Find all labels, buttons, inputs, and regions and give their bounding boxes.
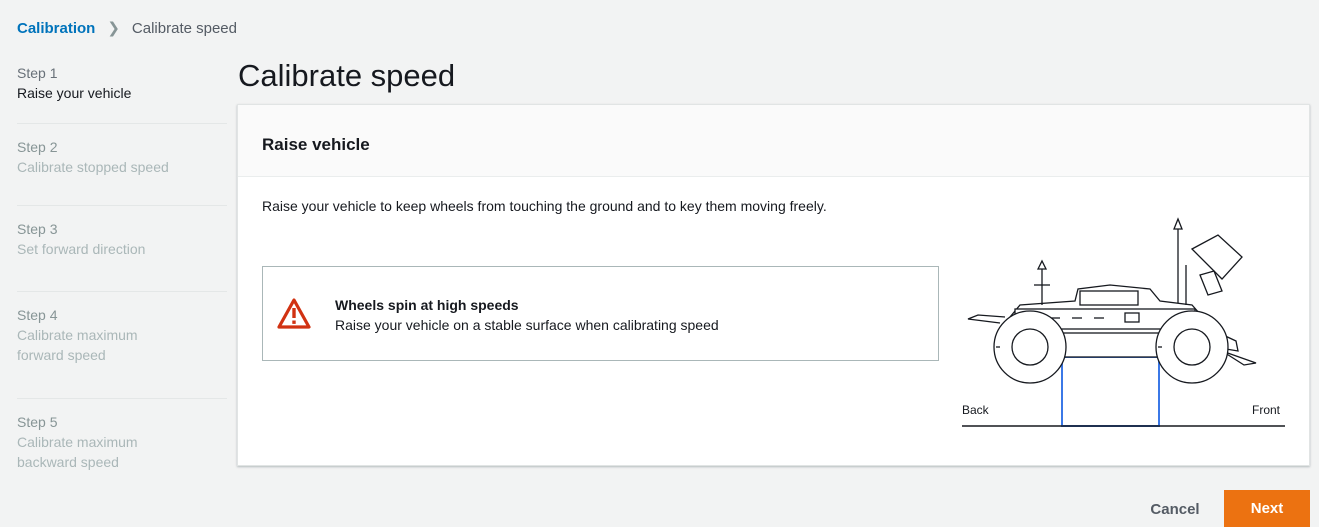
- breadcrumb-calibration-link[interactable]: Calibration: [17, 20, 95, 37]
- breadcrumb: Calibration ❯ Calibrate speed: [17, 19, 237, 38]
- step-label: Calibrate maximum backward speed: [17, 434, 138, 470]
- front-label: Front: [1252, 403, 1281, 417]
- step-label: Set forward direction: [17, 241, 146, 257]
- step-number: Step 2: [17, 139, 58, 155]
- alert-body: Raise your vehicle on a stable surface w…: [335, 317, 719, 333]
- alert-text: Wheels spin at high speeds Raise your ve…: [335, 296, 719, 335]
- wizard-steps: Step 1 Raise your vehicle Step 2 Calibra…: [17, 64, 227, 498]
- raise-vehicle-panel: Raise vehicle Raise your vehicle to keep…: [237, 104, 1310, 466]
- panel-title: Raise vehicle: [262, 135, 370, 154]
- page-title: Calibrate speed: [238, 58, 456, 93]
- step-1: Step 1 Raise your vehicle: [17, 64, 227, 124]
- alert-title: Wheels spin at high speeds: [335, 297, 519, 313]
- warning-icon: [277, 298, 311, 329]
- panel-description: Raise your vehicle to keep wheels from t…: [262, 198, 827, 214]
- step-5: Step 5 Calibrate maximum backward speed: [17, 413, 227, 484]
- chevron-right-icon: ❯: [107, 20, 120, 37]
- step-label: Raise your vehicle: [17, 85, 132, 101]
- back-label: Back: [962, 403, 989, 417]
- step-number: Step 3: [17, 221, 58, 237]
- step-number: Step 4: [17, 307, 58, 323]
- step-2: Step 2 Calibrate stopped speed: [17, 138, 227, 206]
- step-label: Calibrate stopped speed: [17, 159, 169, 175]
- step-3: Step 3 Set forward direction: [17, 220, 227, 292]
- next-button[interactable]: Next: [1224, 490, 1310, 527]
- step-4: Step 4 Calibrate maximum forward speed: [17, 306, 227, 399]
- step-number: Step 5: [17, 414, 58, 430]
- warning-alert: Wheels spin at high speeds Raise your ve…: [262, 266, 939, 361]
- step-label: Calibrate maximum forward speed: [17, 327, 138, 363]
- raised-vehicle-illustration: Back Front: [960, 205, 1300, 440]
- panel-header: Raise vehicle: [238, 105, 1309, 177]
- breadcrumb-current: Calibrate speed: [131, 19, 237, 37]
- cancel-button[interactable]: Cancel: [1135, 494, 1215, 524]
- step-number: Step 1: [17, 65, 58, 81]
- vehicle-illustration-icon: [962, 217, 1285, 427]
